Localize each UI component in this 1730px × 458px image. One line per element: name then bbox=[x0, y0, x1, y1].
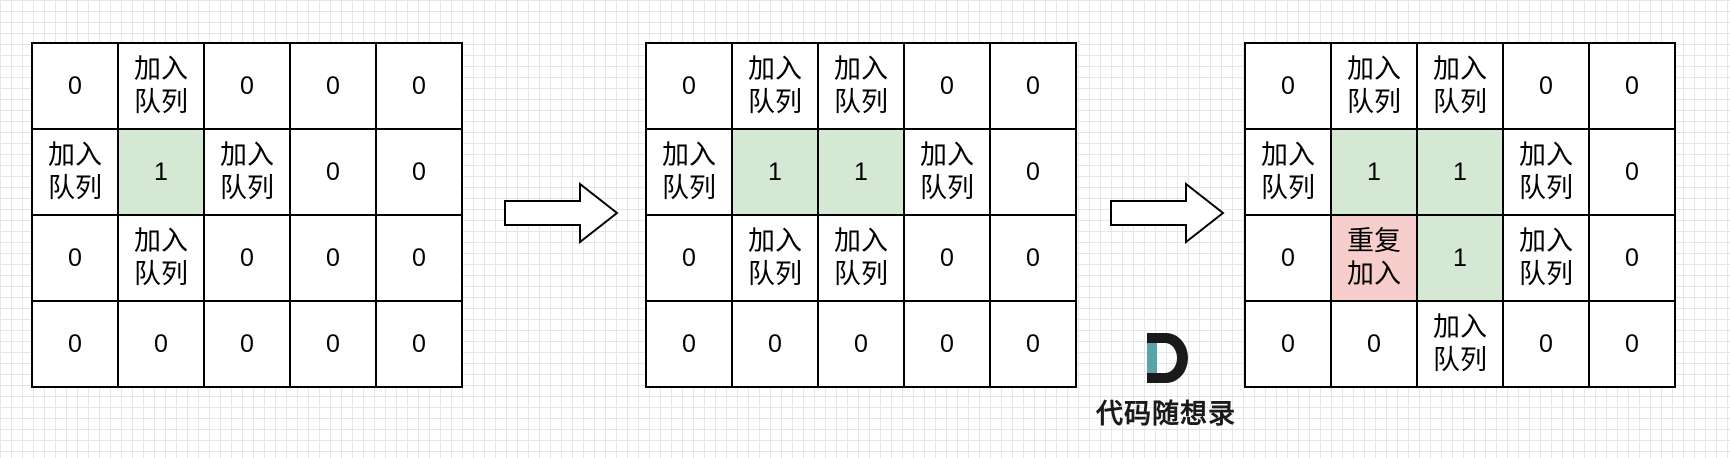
grid-cell: 0 bbox=[817, 300, 905, 388]
grid-cell: 加入 队列 bbox=[1330, 42, 1418, 130]
grid-row: 0 重复 加入 1 加入 队列 0 bbox=[1244, 214, 1676, 302]
grid-cell: 0 bbox=[1588, 42, 1676, 130]
grid-cell: 0 bbox=[1502, 300, 1590, 388]
grid-cell: 0 bbox=[903, 300, 991, 388]
grid-cell: 0 bbox=[31, 300, 119, 388]
grid-cell: 加入 队列 bbox=[1416, 42, 1504, 130]
grid-cell: 0 bbox=[1244, 42, 1332, 130]
grid-cell: 0 bbox=[989, 128, 1077, 216]
grid-cell: 0 bbox=[989, 42, 1077, 130]
watermark: 代码随想录 bbox=[1078, 332, 1254, 432]
d-letter-logo-icon bbox=[1147, 333, 1188, 383]
grid-cell: 0 bbox=[645, 300, 733, 388]
grid-row: 加入 队列 1 加入 队列 0 0 bbox=[31, 128, 463, 216]
grid-cell: 0 bbox=[289, 42, 377, 130]
grid-row: 0 加入 队列 0 0 0 bbox=[31, 42, 463, 130]
visited-cell: 1 bbox=[731, 128, 819, 216]
grid-row: 加入 队列 1 1 加入 队列 0 bbox=[1244, 128, 1676, 216]
grid-cell: 0 bbox=[117, 300, 205, 388]
right-arrow-icon bbox=[1110, 182, 1225, 244]
grid-cell: 0 bbox=[989, 300, 1077, 388]
grid-cell: 0 bbox=[289, 300, 377, 388]
grid-cell: 加入 队列 bbox=[1502, 128, 1590, 216]
grid-cell: 0 bbox=[375, 214, 463, 302]
grid-cell: 0 bbox=[1244, 214, 1332, 302]
visited-cell: 1 bbox=[817, 128, 905, 216]
grid-row: 0 加入 队列 加入 队列 0 0 bbox=[1244, 42, 1676, 130]
grid-cell: 0 bbox=[203, 42, 291, 130]
grid-cell: 0 bbox=[375, 300, 463, 388]
visited-cell: 1 bbox=[1330, 128, 1418, 216]
grid-cell: 0 bbox=[903, 42, 991, 130]
visited-cell: 1 bbox=[1416, 128, 1504, 216]
grid-row: 0 加入 队列 加入 队列 0 0 bbox=[645, 42, 1077, 130]
grid-cell: 加入 队列 bbox=[31, 128, 119, 216]
grid-row: 0 加入 队列 加入 队列 0 0 bbox=[645, 214, 1077, 302]
grid-cell: 加入 队列 bbox=[731, 214, 819, 302]
grid-cell: 0 bbox=[1588, 128, 1676, 216]
visited-cell: 1 bbox=[117, 128, 205, 216]
grid-cell: 0 bbox=[289, 214, 377, 302]
grid-cell: 加入 队列 bbox=[903, 128, 991, 216]
grid-cell: 加入 队列 bbox=[731, 42, 819, 130]
grid-cell: 0 bbox=[289, 128, 377, 216]
watermark-text: 代码随想录 bbox=[1096, 399, 1236, 430]
grid-cell: 0 bbox=[1330, 300, 1418, 388]
grid-cell: 加入 队列 bbox=[1416, 300, 1504, 388]
grid-row: 0 加入 队列 0 0 0 bbox=[31, 214, 463, 302]
right-arrow-icon bbox=[504, 182, 619, 244]
grid-cell: 0 bbox=[989, 214, 1077, 302]
grid-cell: 0 bbox=[375, 128, 463, 216]
grid-cell: 0 bbox=[645, 214, 733, 302]
grid-step-3: 0 加入 队列 加入 队列 0 0 加入 队列 1 1 加入 队列 0 0 重复 加入 1 加入 队列 0 0… bbox=[1244, 42, 1676, 388]
duplicate-cell: 重复 加入 bbox=[1330, 214, 1418, 302]
grid-cell: 0 bbox=[203, 300, 291, 388]
grid-cell: 0 bbox=[903, 214, 991, 302]
grid-cell: 加入 队列 bbox=[1502, 214, 1590, 302]
grid-step-1: 0 加入 队列 0 0 0 加入 队列 1 加入 队列 0 0 0 加入 队列 0 0 0 0 0 0 0 0 bbox=[31, 42, 463, 388]
grid-cell: 加入 队列 bbox=[817, 214, 905, 302]
grid-cell: 0 bbox=[31, 42, 119, 130]
grid-step-2: 0 加入 队列 加入 队列 0 0 加入 队列 1 1 加入 队列 0 0 加入 队列 加入 队列 0 0 0… bbox=[645, 42, 1077, 388]
grid-row: 0 0 加入 队列 0 0 bbox=[1244, 300, 1676, 388]
grid-cell: 加入 队列 bbox=[817, 42, 905, 130]
visited-cell: 1 bbox=[1416, 214, 1504, 302]
grid-cell: 加入 队列 bbox=[645, 128, 733, 216]
grid-row: 00000 bbox=[645, 300, 1077, 388]
grid-cell: 0 bbox=[375, 42, 463, 130]
grid-cell: 0 bbox=[203, 214, 291, 302]
grid-cell: 加入 队列 bbox=[203, 128, 291, 216]
grid-cell: 0 bbox=[731, 300, 819, 388]
grid-cell: 0 bbox=[1244, 300, 1332, 388]
grid-row: 00000 bbox=[31, 300, 463, 388]
grid-cell: 0 bbox=[645, 42, 733, 130]
grid-cell: 加入 队列 bbox=[117, 42, 205, 130]
grid-row: 加入 队列 1 1 加入 队列 0 bbox=[645, 128, 1077, 216]
grid-cell: 0 bbox=[1502, 42, 1590, 130]
grid-cell: 0 bbox=[31, 214, 119, 302]
grid-cell: 0 bbox=[1588, 300, 1676, 388]
grid-cell: 0 bbox=[1588, 214, 1676, 302]
grid-cell: 加入 队列 bbox=[1244, 128, 1332, 216]
grid-cell: 加入 队列 bbox=[117, 214, 205, 302]
